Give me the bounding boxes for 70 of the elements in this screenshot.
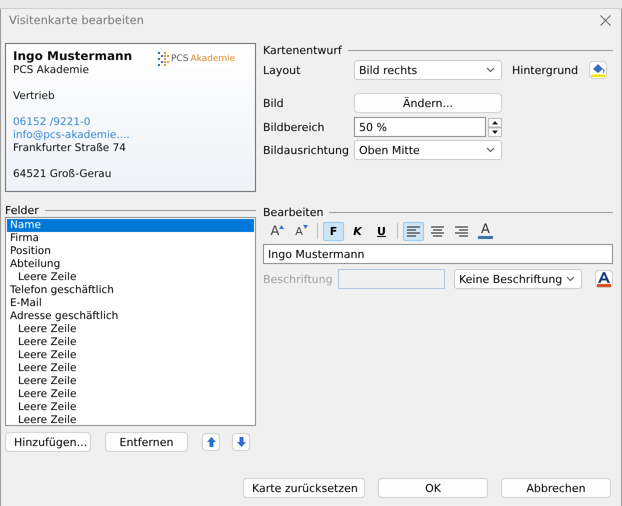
window-title: Visitenkarte bearbeiten	[9, 13, 144, 27]
reset-card-button[interactable]: Karte zurücksetzen	[243, 478, 365, 498]
align-left-button[interactable]	[403, 222, 424, 240]
bold-button[interactable]: F	[323, 222, 344, 240]
chevron-icon	[486, 67, 495, 73]
field-label: Hintergrund	[512, 64, 578, 76]
text-field[interactable]: Ingo Mustermann	[263, 244, 613, 264]
chevron-icon	[566, 276, 575, 282]
ok-button[interactable]: OK	[378, 478, 488, 498]
field-label: Beschriftung	[263, 272, 334, 286]
field-label: Layout	[263, 64, 302, 76]
spinner-icon[interactable]	[488, 118, 502, 136]
change-image-button[interactable]: Ändern...	[354, 93, 502, 113]
list-item[interactable]: Leere Zeile	[7, 414, 254, 425]
section-heading: Kartenentwurf	[263, 44, 342, 56]
list-item[interactable]: Abteilung	[7, 258, 254, 271]
list-item[interactable]: Leere Zeile	[7, 388, 254, 401]
list-item[interactable]: Leere Zeile	[7, 362, 254, 375]
image-alignment-dropdown[interactable]: Oben Mitte	[354, 140, 502, 160]
grow-font-button[interactable]: A	[267, 222, 288, 240]
caption-dropdown[interactable]: Keine Beschriftung	[454, 269, 582, 289]
card-text: 64521 Groß-Gerau	[13, 168, 112, 181]
list-item[interactable]: Leere Zeile	[7, 323, 254, 336]
card-text: PCS Akademie	[13, 64, 89, 77]
list-item[interactable]: Firma	[7, 232, 254, 245]
section-heading: Bearbeiten	[263, 206, 324, 218]
image-area-field[interactable]: 50 %	[354, 117, 486, 137]
remove-button[interactable]: Entfernen	[105, 432, 188, 452]
add-button[interactable]: Hinzufügen...	[5, 432, 91, 452]
field-label: Bildausrichtung	[263, 144, 350, 156]
list-item[interactable]: Leere Zeile	[7, 401, 254, 414]
align-right-icon	[454, 225, 469, 237]
arrow-up-icon	[279, 225, 284, 229]
align-center-icon	[430, 225, 445, 237]
arrow-up-icon	[206, 437, 216, 447]
underline-button[interactable]: U	[371, 222, 392, 240]
font-color-button[interactable]: A	[475, 222, 496, 240]
card-text: Vertrieb	[13, 90, 55, 103]
list-item[interactable]: Leere Zeile	[7, 271, 254, 284]
background-button[interactable]	[589, 61, 607, 79]
font-color-icon	[597, 272, 611, 286]
close-icon[interactable]	[600, 14, 611, 26]
list-item[interactable]: Telefon geschäftlich	[7, 284, 254, 297]
italic-button[interactable]: K	[347, 222, 368, 240]
list-item[interactable]: Position	[7, 245, 254, 258]
section-heading: Felder	[5, 204, 39, 216]
caption-color-button[interactable]	[595, 270, 613, 288]
layout-dropdown[interactable]: Bild rechts	[354, 60, 502, 80]
card-text: Frankfurter Straße 74	[13, 142, 126, 155]
arrow-down-icon	[236, 437, 246, 447]
list-item[interactable]: Leere Zeile	[7, 349, 254, 362]
list-item[interactable]: Leere Zeile	[7, 375, 254, 388]
shrink-font-button[interactable]: A	[291, 222, 312, 240]
list-item[interactable]: E-Mail	[7, 297, 254, 310]
move-up-button[interactable]	[202, 433, 220, 451]
move-down-button[interactable]	[232, 433, 250, 451]
list-item[interactable]: Name	[7, 219, 254, 232]
paint-bucket-icon	[591, 63, 605, 77]
field-label: Bild	[263, 96, 285, 110]
align-left-icon	[406, 225, 421, 237]
card-name: Ingo Mustermann	[13, 49, 132, 64]
field-label: Bildbereich	[263, 120, 326, 134]
cancel-button[interactable]: Abbrechen	[501, 478, 611, 498]
list-item[interactable]: Leere Zeile	[7, 336, 254, 349]
list-item[interactable]: Adresse geschäftlich	[7, 310, 254, 323]
logo-text: PCS	[171, 54, 188, 64]
logo-icon	[158, 52, 169, 66]
arrow-down-icon	[302, 225, 308, 229]
logo-text: Akademie	[190, 54, 236, 64]
chevron-icon	[486, 147, 495, 153]
